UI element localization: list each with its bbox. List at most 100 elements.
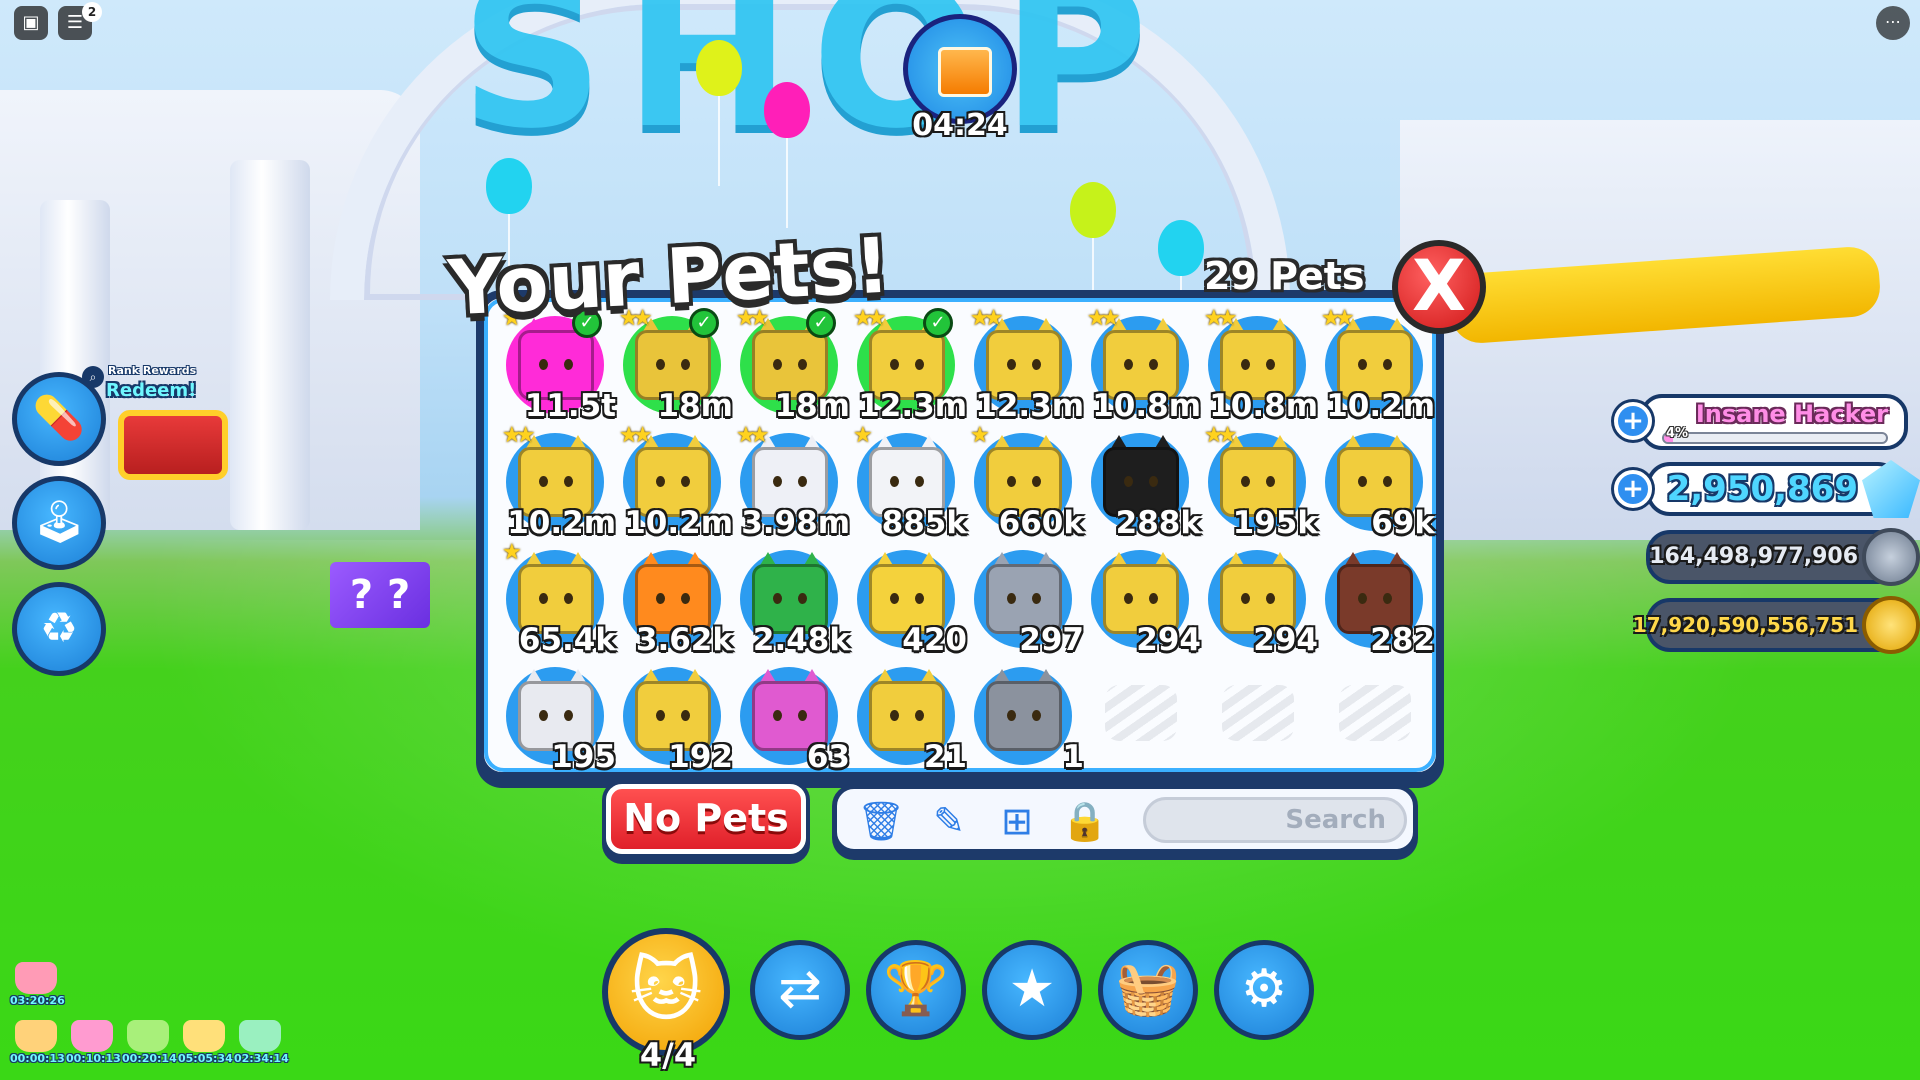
pet-card[interactable]: 63	[734, 659, 850, 775]
active-potion: 00:00:13	[10, 1020, 65, 1065]
star-icon: ★★	[970, 306, 1004, 331]
pet-card[interactable]: 297	[968, 542, 1084, 658]
pet-card[interactable]: 3.62k	[617, 542, 733, 658]
gift-timer: 04:24	[912, 108, 1008, 143]
pet-card[interactable]: ★★ 3.98m	[734, 423, 850, 541]
star-icon: ★★	[736, 423, 770, 448]
shop-button[interactable]: 🧺	[1098, 940, 1198, 1040]
trade-icon: ⇄	[778, 959, 822, 1019]
pet-icon	[986, 681, 1062, 751]
pet-value: 10.2m	[1326, 388, 1435, 424]
pet-value: 11.5t	[524, 388, 616, 424]
pet-value: 10.2m	[507, 505, 616, 541]
pet-card[interactable]: ★★ 10.2m	[617, 423, 733, 541]
pet-card[interactable]: ★ 660k	[968, 423, 1084, 541]
pets-icon: 🐱	[629, 949, 703, 1031]
pencil-icon[interactable]: ✎	[923, 797, 975, 845]
silver-coins-pill: 164,498,977,906	[1646, 528, 1920, 586]
pet-value: 10.8m	[1092, 388, 1201, 424]
pet-card[interactable]: ★★ 10.2m	[500, 423, 616, 541]
pet-value: 63	[806, 739, 850, 775]
potion-timer: 03:20:26	[10, 994, 65, 1007]
pet-card[interactable]: 2.48k	[734, 542, 850, 658]
pet-value: 3.98m	[741, 505, 850, 541]
pet-value: 18m	[774, 388, 850, 424]
rank-bar[interactable]: Insane Hacker 4%	[1640, 394, 1908, 450]
potion-timer: 00:00:13	[10, 1052, 65, 1065]
pet-card[interactable]: ★★ ✓ 18m	[734, 306, 850, 424]
unequip-all-button[interactable]: No Pets	[606, 784, 806, 854]
pet-card[interactable]: 420	[851, 542, 967, 658]
more-icon[interactable]: ⋯	[1876, 6, 1910, 40]
joystick-button[interactable]: 🕹	[12, 476, 106, 570]
close-button[interactable]: X	[1392, 240, 1486, 334]
silver-coin-icon	[1862, 528, 1920, 586]
pet-card[interactable]: ★★ 10.8m	[1202, 306, 1318, 424]
pet-card[interactable]: ★★ ✓ 12.3m	[851, 306, 967, 424]
pet-card[interactable]: 282	[1319, 542, 1435, 658]
star-icon: ★★	[1204, 423, 1238, 448]
pet-value: 69k	[1371, 505, 1435, 541]
pet-slots-count: 4/4	[639, 1036, 697, 1074]
star-icon: ★	[502, 540, 522, 565]
pet-card[interactable]: ★★ 12.3m	[968, 306, 1084, 424]
pet-value: 2.48k	[752, 622, 850, 658]
pet-card[interactable]: ★ 885k	[851, 423, 967, 541]
diamonds-pill: 2,950,869	[1646, 460, 1920, 518]
trash-icon[interactable]: 🗑	[855, 797, 907, 845]
pet-card[interactable]: 294	[1085, 542, 1201, 658]
pet-card[interactable]: 1	[968, 659, 1084, 775]
silver-coins-value: 164,498,977,906	[1649, 544, 1858, 569]
lock-icon[interactable]: 🔒	[1059, 797, 1111, 845]
pet-grid: ★ ✓ 11.5t ★★ ✓ 18m ★★ ✓ 18m ★★ ✓ 12.3m ★★ 12.3m ★★ 10.8…	[500, 306, 1436, 778]
trophy-button[interactable]: 🏆	[866, 940, 966, 1040]
background-pillar	[230, 160, 310, 530]
pet-card[interactable]: 69k	[1319, 425, 1435, 541]
pet-value: 12.3m	[975, 388, 1084, 424]
joystick-icon: 🕹	[32, 497, 86, 546]
pet-card[interactable]: ★★ 10.8m	[1085, 306, 1201, 424]
star-icon: ★★	[1321, 306, 1355, 331]
pet-card[interactable]: 288k	[1085, 425, 1201, 541]
pet-card[interactable]: ★★ ✓ 18m	[617, 306, 733, 424]
search-input[interactable]	[1143, 797, 1407, 843]
potion-icon	[183, 1020, 225, 1052]
potion-icon	[15, 1020, 57, 1052]
trade-button[interactable]: ⇄	[750, 940, 850, 1040]
settings-icon: ⚙	[1240, 959, 1288, 1019]
pet-card[interactable]: 192	[617, 659, 733, 775]
potion-icon: 💊	[32, 393, 86, 442]
rebirth-button[interactable]: ♻	[12, 582, 106, 676]
pet-card[interactable]: ★ 65.4k	[500, 540, 616, 658]
star-icon: ★	[970, 423, 990, 448]
settings-button[interactable]: ⚙	[1214, 940, 1314, 1040]
pet-card[interactable]: 195	[500, 659, 616, 775]
star-icon: ★	[853, 423, 873, 448]
potion-timer: 00:20:14	[122, 1052, 177, 1065]
pet-value: 294	[1136, 622, 1201, 658]
equipped-check-icon: ✓	[923, 308, 953, 338]
rank-plus-button[interactable]: +	[1614, 402, 1652, 440]
rank-percent: 4%	[1666, 426, 1689, 441]
pets-toolbar: 🗑 ✎ ⊞ 🔒	[832, 784, 1418, 854]
trophy-icon: 🏆	[883, 959, 949, 1019]
roblox-menu-icon[interactable]: ▣	[14, 6, 48, 40]
pet-value: 12.3m	[858, 388, 967, 424]
rank-redeem-label[interactable]: Redeem!	[106, 380, 196, 401]
pet-value: 282	[1370, 622, 1435, 658]
pet-value: 1	[1062, 739, 1084, 775]
pet-value: 885k	[881, 505, 967, 541]
gold-coin-icon	[1862, 596, 1920, 654]
pet-value: 65.4k	[518, 622, 616, 658]
diamonds-plus-button[interactable]: +	[1614, 470, 1652, 508]
potion-timer: 05:05:34	[178, 1052, 233, 1065]
potion-icon	[239, 1020, 281, 1052]
star-button[interactable]: ★	[982, 940, 1082, 1040]
pet-value: 21	[923, 739, 967, 775]
pet-card[interactable]: 21	[851, 659, 967, 775]
potion-timer: 02:34:14	[234, 1052, 289, 1065]
pet-card[interactable]: 294	[1202, 542, 1318, 658]
pet-card[interactable]: ★★ 195k	[1202, 423, 1318, 541]
grid-icon[interactable]: ⊞	[991, 797, 1043, 845]
active-potion: 05:05:34	[178, 1020, 233, 1065]
